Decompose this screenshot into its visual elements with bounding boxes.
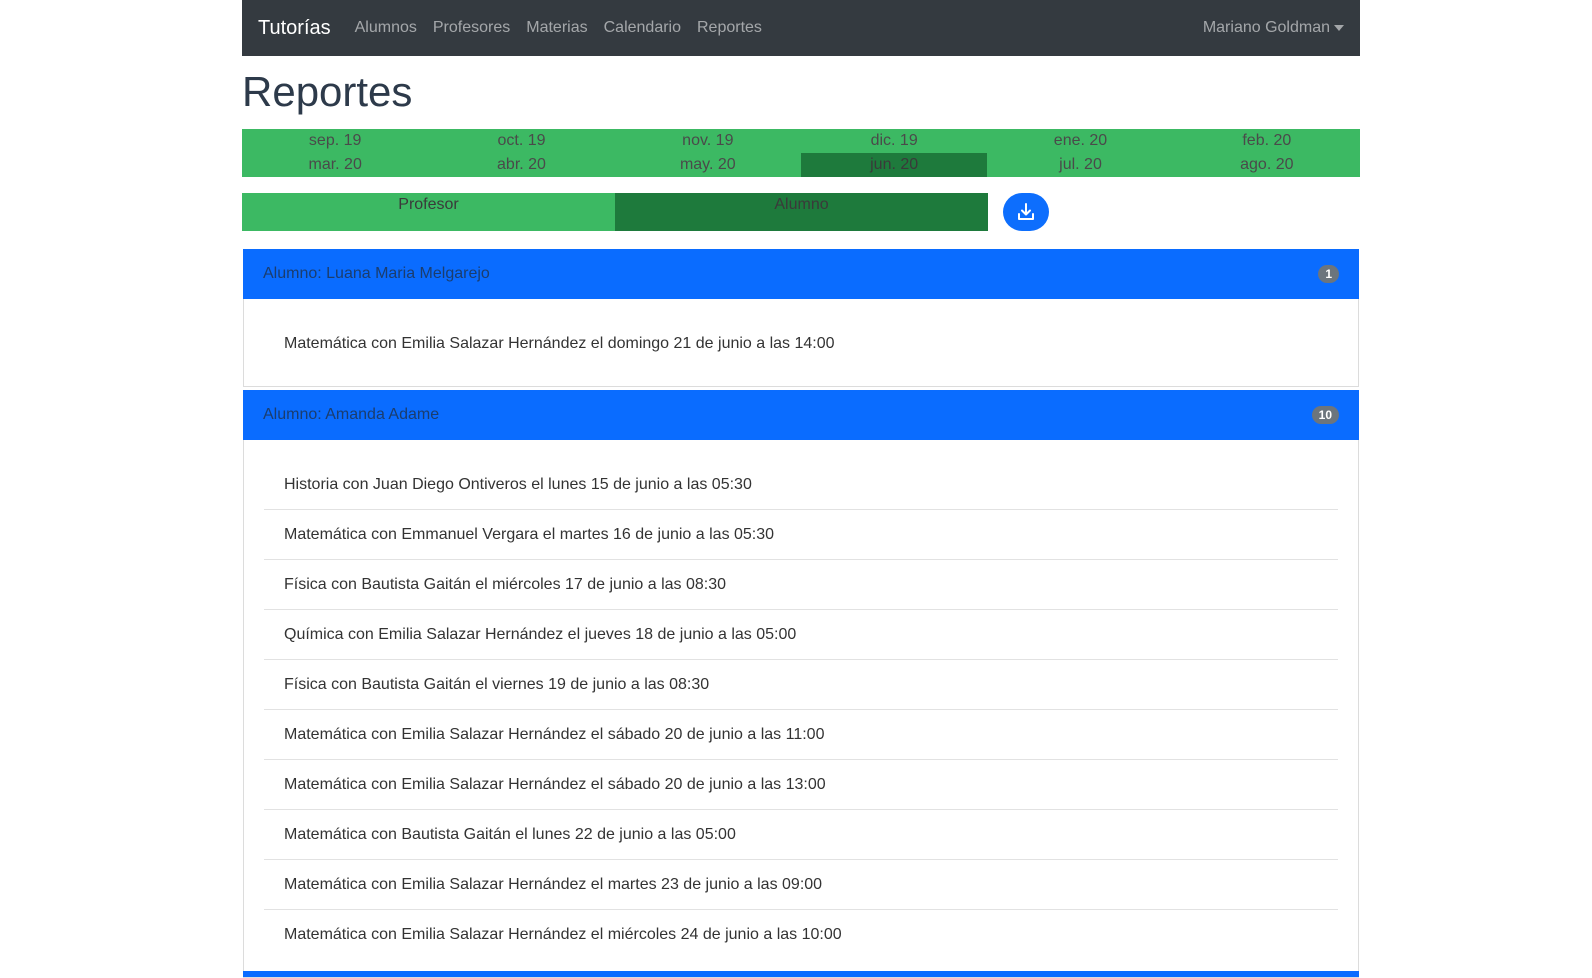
session-list: Matemática con Emilia Salazar Hernández … (244, 299, 1358, 386)
student-card: Alumno: Luana Maria Melgarejo 1 Matemáti… (243, 249, 1359, 387)
user-name: Mariano Goldman (1202, 19, 1330, 36)
session-item: Matemática con Emilia Salazar Hernández … (264, 710, 1338, 760)
session-item: Química con Emilia Salazar Hernández el … (264, 610, 1338, 660)
nav-link-profesores[interactable]: Profesores (433, 19, 510, 37)
month-option[interactable]: dic. 19 (801, 129, 987, 153)
profesor-toggle-button[interactable]: Profesor (242, 193, 615, 231)
nav-link-materias[interactable]: Materias (526, 19, 587, 37)
student-card-header[interactable]: Alumno: Luana Maria Melgarejo 1 (243, 249, 1359, 299)
brand-link[interactable]: Tutorías (258, 17, 331, 40)
month-option[interactable]: ene. 20 (987, 129, 1173, 153)
session-item: Matemática con Emilia Salazar Hernández … (264, 760, 1338, 810)
nav-link-alumnos[interactable]: Alumnos (355, 19, 417, 37)
student-card-header[interactable]: Alumno: Amanda Adame 10 (243, 390, 1359, 440)
session-count-badge: 1 (1318, 265, 1339, 283)
month-option[interactable]: feb. 20 (1174, 129, 1360, 153)
session-item: Matemática con Emmanuel Vergara el marte… (264, 510, 1338, 560)
student-name: Alumno: Amanda Adame (263, 406, 440, 423)
session-item: Física con Bautista Gaitán el miércoles … (264, 560, 1338, 610)
month-option[interactable]: ago. 20 (1174, 153, 1360, 177)
month-option[interactable]: nov. 19 (615, 129, 801, 153)
student-name: Alumno: Luana Maria Melgarejo (263, 265, 490, 282)
page-container: Tutorías Alumnos Profesores Materias Cal… (242, 0, 1360, 978)
month-option[interactable]: oct. 19 (428, 129, 614, 153)
session-item: Historia con Juan Diego Ontiveros el lun… (264, 460, 1338, 510)
month-option[interactable]: sep. 19 (242, 129, 428, 153)
alumno-toggle-button[interactable]: Alumno (615, 193, 988, 231)
session-item: Matemática con Emilia Salazar Hernández … (284, 926, 842, 943)
month-selector: sep. 19 oct. 19 nov. 19 dic. 19 ene. 20 … (242, 129, 1360, 177)
student-card: Alumno: Amanda Adame 10 Historia con Jua… (243, 390, 1359, 978)
session-item: Matemática con Emilia Salazar Hernández … (264, 860, 1338, 910)
month-option[interactable]: mar. 20 (242, 153, 428, 177)
view-toggle: Profesor Alumno (242, 193, 1360, 231)
month-option[interactable]: may. 20 (615, 153, 801, 177)
month-option[interactable]: abr. 20 (428, 153, 614, 177)
month-option[interactable]: jul. 20 (987, 153, 1173, 177)
session-list: Historia con Juan Diego Ontiveros el lun… (244, 440, 1358, 977)
download-icon (1018, 203, 1034, 220)
top-navbar: Tutorías Alumnos Profesores Materias Cal… (242, 0, 1360, 56)
download-button[interactable] (1003, 193, 1049, 231)
user-dropdown[interactable]: Mariano Goldman (1203, 19, 1344, 37)
session-item: Matemática con Emilia Salazar Hernández … (284, 335, 835, 352)
page-title: Reportes (242, 68, 413, 115)
nav-link-calendario[interactable]: Calendario (604, 19, 681, 37)
nav-link-reportes[interactable]: Reportes (697, 19, 762, 37)
next-student-card-header[interactable] (243, 971, 1359, 977)
session-count-badge: 10 (1311, 406, 1339, 424)
session-item: Matemática con Bautista Gaitán el lunes … (264, 810, 1338, 860)
session-item: Física con Bautista Gaitán el viernes 19… (264, 660, 1338, 710)
month-option-active[interactable]: jun. 20 (800, 153, 988, 177)
caret-down-icon (1334, 25, 1344, 31)
